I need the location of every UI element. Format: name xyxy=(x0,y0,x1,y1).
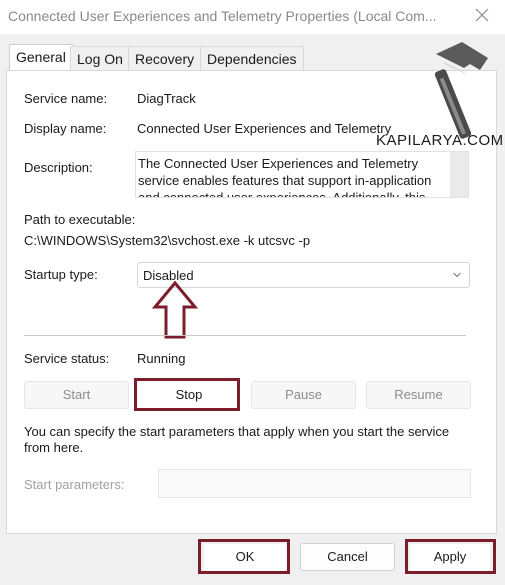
display-name-value: Connected User Experiences and Telemetry xyxy=(137,121,392,136)
tab-log-on[interactable]: Log On xyxy=(70,46,130,71)
divider xyxy=(24,335,466,336)
path-label: Path to executable: xyxy=(24,212,136,227)
close-button[interactable] xyxy=(468,2,498,30)
apply-highlight-box xyxy=(405,539,496,574)
stop-highlight-box xyxy=(134,378,240,411)
start-params-label: Start parameters: xyxy=(24,477,125,492)
title-bar: Connected User Experiences and Telemetry… xyxy=(0,0,505,34)
tab-log-on-label: Log On xyxy=(77,51,123,67)
up-arrow-icon xyxy=(151,280,199,339)
service-status-label: Service status: xyxy=(24,351,110,366)
window-title: Connected User Experiences and Telemetry… xyxy=(8,8,437,24)
watermark-text: KAPILARYA.COM xyxy=(376,132,504,149)
service-name-value: DiagTrack xyxy=(137,91,196,106)
tab-dependencies-label: Dependencies xyxy=(207,51,297,67)
service-name-label: Service name: xyxy=(24,91,108,106)
close-icon xyxy=(475,8,489,22)
tab-dependencies[interactable]: Dependencies xyxy=(200,46,304,71)
tab-general[interactable]: General xyxy=(9,44,73,71)
path-value: C:\WINDOWS\System32\svchost.exe -k utcsv… xyxy=(24,233,311,248)
startup-type-label: Startup type: xyxy=(24,267,98,282)
resume-button[interactable]: Resume xyxy=(366,381,471,409)
description-label: Description: xyxy=(24,160,93,175)
start-params-input[interactable] xyxy=(158,469,471,498)
tab-general-label: General xyxy=(16,49,66,65)
chevron-down-icon xyxy=(453,272,461,278)
display-name-label: Display name: xyxy=(24,121,107,136)
hammer-icon xyxy=(434,42,488,139)
tab-recovery-label: Recovery xyxy=(135,51,195,67)
start-button[interactable]: Start xyxy=(24,381,129,409)
ok-highlight-box xyxy=(198,539,290,574)
pause-button[interactable]: Pause xyxy=(251,381,356,409)
cancel-button[interactable]: Cancel xyxy=(300,543,395,571)
tab-recovery[interactable]: Recovery xyxy=(128,46,202,71)
start-params-help-text: You can specify the start parameters tha… xyxy=(24,424,450,455)
service-status-value: Running xyxy=(137,351,186,366)
